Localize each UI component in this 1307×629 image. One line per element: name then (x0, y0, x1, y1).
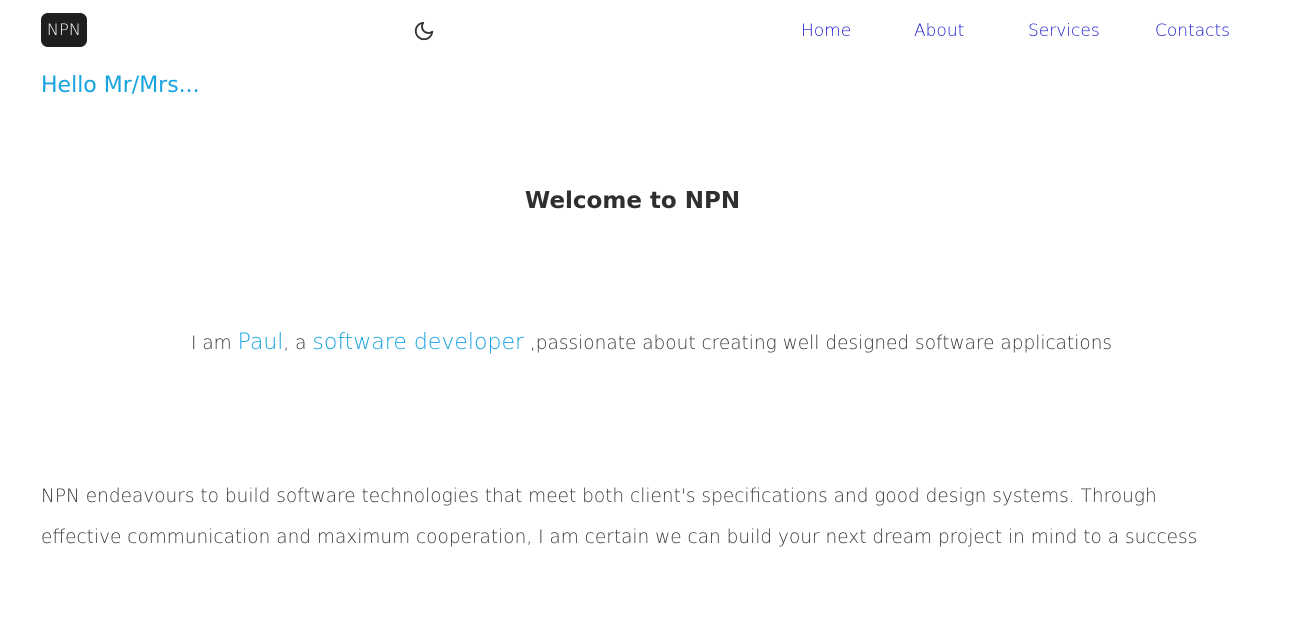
intro-role: software developer (312, 330, 525, 355)
nav-home-link[interactable]: Home (801, 19, 851, 43)
page: NPN Home About Services Contacts Hello M… (0, 0, 1307, 629)
page-title: Welcome to NPN (524, 188, 741, 214)
nav-services-link[interactable]: Services (1028, 19, 1100, 43)
nav-about-link[interactable]: About (914, 19, 964, 43)
intro-text: I am Paul, a software developer ,passion… (191, 329, 1112, 358)
main-nav: Home About Services Contacts (0, 19, 1307, 45)
greeting-text: Hello Mr/Mrs... (41, 73, 200, 98)
intro-name: Paul (237, 330, 284, 355)
nav-contacts-link[interactable]: Contacts (1155, 19, 1230, 43)
intro-prefix: I am (191, 333, 238, 354)
intro-suffix: ,passionate about creating well designed… (524, 333, 1113, 354)
description-text: NPN endeavours to build software technol… (41, 486, 1198, 548)
intro-middle: , a (283, 333, 313, 354)
